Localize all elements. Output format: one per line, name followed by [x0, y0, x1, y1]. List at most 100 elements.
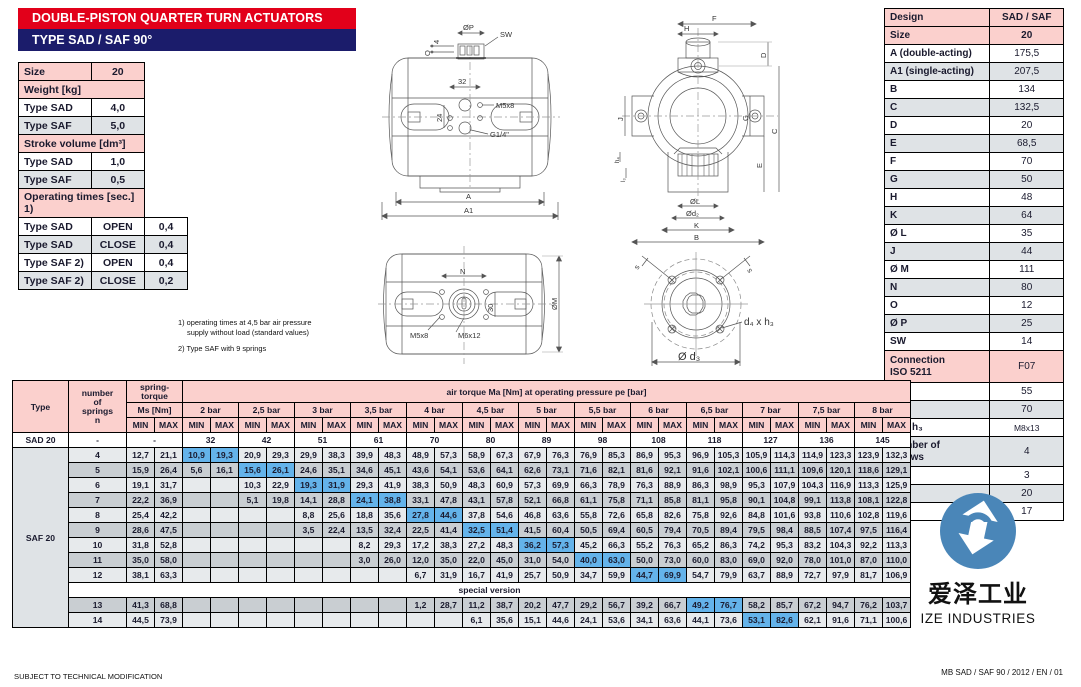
row-label: Stroke volume [dm³] — [17, 134, 146, 153]
row-label: Type SAF — [18, 116, 92, 135]
svg-text:l₃: l₃ — [621, 178, 627, 182]
torque-value: 98,4 — [770, 522, 799, 538]
torque-value: 35,6 — [378, 507, 407, 523]
dim-label: C — [883, 98, 991, 117]
dim-label: N — [883, 278, 991, 297]
dim-label: G — [883, 170, 991, 189]
torque-value: 31,9 — [322, 477, 351, 493]
torque-value: 95,8 — [714, 492, 743, 508]
col-header-min: MIN — [182, 417, 211, 433]
dim-value: 12 — [989, 296, 1064, 315]
table-header-row: MIN MAX MIN MAX MIN MAX MIN MAX MIN MAX MIN MAX MIN M… — [13, 417, 911, 433]
svg-text:M6x12: M6x12 — [458, 331, 481, 340]
dim-label: F — [883, 152, 991, 171]
torque-value: 50,9 — [434, 477, 463, 493]
row-springs: 10 — [68, 537, 127, 553]
dim-label: Ø M — [883, 260, 991, 279]
table-row: 12 38,1 63,3 6,7 31,9 16,7 41,9 25,7 50,9 34,7 59,… — [13, 567, 911, 583]
dim-value: 70 — [989, 152, 1064, 171]
torque-value: 76,3 — [630, 477, 659, 493]
torque-value — [210, 492, 239, 508]
torque-value: 49,2 — [686, 597, 715, 613]
drawing-side-view: ØP SW 4 O 32 24 M5x8 G1/4" A A1 — [381, 23, 560, 220]
svg-text:4: 4 — [432, 40, 441, 44]
dim-value: F07 — [989, 350, 1064, 383]
torque-value: 63,6 — [658, 612, 687, 628]
torque-value: 98 — [574, 432, 631, 448]
dim-value: 111 — [989, 260, 1064, 279]
table-row: Ø L 35 — [883, 224, 1064, 243]
torque-value: 39,2 — [630, 597, 659, 613]
row-springs: 11 — [68, 552, 127, 568]
row-value: 1,0 — [90, 152, 146, 171]
torque-value — [294, 612, 323, 628]
springs-l4: n — [94, 414, 101, 425]
torque-value: 60,0 — [686, 552, 715, 568]
torque-value: 53,1 — [742, 612, 771, 628]
svg-text:h₄: h₄ — [615, 157, 621, 163]
col-header-max: MAX — [658, 417, 687, 433]
row-ms-max: 73,9 — [154, 612, 183, 628]
torque-value: 18,8 — [350, 507, 379, 523]
torque-value — [266, 507, 295, 523]
torque-value: 32 — [182, 432, 239, 448]
torque-value: 123,9 — [854, 447, 883, 463]
torque-value: 109,6 — [798, 462, 827, 478]
torque-value: 1,2 — [406, 597, 435, 613]
table-row: 9 28,6 47,5 3,5 22,4 13,5 32,4 22,5 41,4 32,5 51,4… — [13, 522, 911, 538]
dim-label: Size — [883, 26, 991, 45]
table-row: Number ofscrews 4 — [883, 436, 1064, 467]
torque-value: 82,6 — [770, 612, 799, 628]
col-header-max: MAX — [210, 417, 239, 433]
torque-value: 72,7 — [798, 567, 827, 583]
torque-value: 54,6 — [490, 507, 519, 523]
torque-value: 79,5 — [742, 522, 771, 538]
torque-value — [210, 597, 239, 613]
torque-value: 38,3 — [406, 477, 435, 493]
dim-value: 68,5 — [989, 134, 1064, 153]
air-torque-table: Type number of springs n spring- torque — [12, 380, 911, 628]
torque-value: 73,0 — [658, 552, 687, 568]
torque-value: 20,9 — [238, 447, 267, 463]
torque-value: 89 — [518, 432, 575, 448]
col-header-max: MAX — [826, 417, 855, 433]
technical-drawings: ØP SW 4 O 32 24 M5x8 G1/4" A A1 F H D C … — [368, 6, 878, 374]
torque-value — [434, 612, 463, 628]
torque-value: 71,6 — [574, 462, 603, 478]
torque-value — [322, 552, 351, 568]
torque-value: 81,1 — [686, 492, 715, 508]
row-label: Type SAF 2) — [18, 253, 92, 272]
row-label: Type SAD — [18, 98, 92, 117]
torque-value: 57,3 — [518, 477, 547, 493]
torque-value — [350, 567, 379, 583]
torque-value: 24,6 — [294, 462, 323, 478]
row-value: 0,4 — [144, 253, 188, 272]
torque-value — [322, 597, 351, 613]
torque-value: 6,7 — [406, 567, 435, 583]
torque-value: 26,0 — [378, 552, 407, 568]
table-row: Type SAD 4,0 — [18, 98, 188, 117]
torque-value: 47,8 — [434, 492, 463, 508]
torque-value: 102,1 — [714, 462, 743, 478]
row-springs: 7 — [68, 492, 127, 508]
logo-mark-icon — [939, 492, 1017, 570]
row-label: Type SAF 2) — [18, 271, 92, 290]
row-ms-min: 38,1 — [126, 567, 155, 583]
torque-value: 55,2 — [630, 537, 659, 553]
row-label: Type SAD — [18, 235, 92, 254]
torque-value — [378, 597, 407, 613]
torque-value: 50,0 — [630, 552, 659, 568]
table-row: Weight [kg] — [17, 80, 188, 99]
col-header-bar: 5 bar — [518, 402, 575, 418]
row-value: 5,0 — [90, 116, 146, 135]
dim-label: D — [883, 116, 991, 135]
col-header-springs: number of springs n — [68, 380, 127, 433]
dim-value: 48 — [989, 188, 1064, 207]
row-springs: 8 — [68, 507, 127, 523]
table-row: Type SAD OPEN 0,4 — [18, 217, 188, 236]
dim-label: A1 (single-acting) — [883, 62, 991, 81]
col-header-bar: 5,5 bar — [574, 402, 631, 418]
svg-text:B: B — [694, 233, 699, 242]
torque-value: 104,3 — [826, 537, 855, 553]
torque-value: 45,2 — [574, 537, 603, 553]
